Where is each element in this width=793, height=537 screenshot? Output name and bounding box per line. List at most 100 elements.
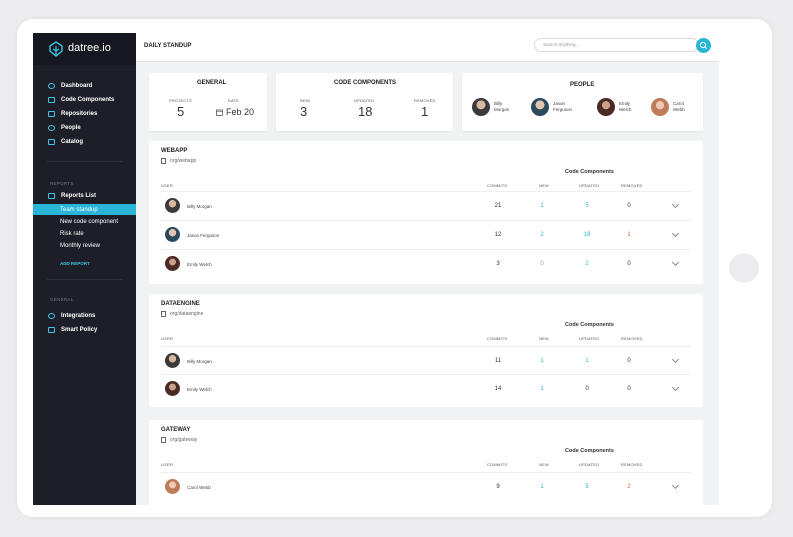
person-emily-welch[interactable]: Emily Welch: [597, 98, 631, 116]
sidebar-item-label: Dashboard: [61, 83, 93, 89]
project-org-link[interactable]: org/webapp: [161, 158, 196, 164]
updated-cell: 0: [585, 386, 589, 392]
table-row[interactable]: Billy Morgan 21 1 5 0: [161, 191, 691, 221]
person-first-name: Billy: [494, 101, 503, 106]
removed-label: REMOVED: [414, 98, 436, 103]
project-org: org/dataengine: [170, 311, 204, 317]
table-row[interactable]: Carol Webb 9 1 5 2: [161, 472, 691, 502]
chevron-down-icon[interactable]: [671, 258, 680, 267]
removed-column-header: REMOVED: [621, 336, 643, 341]
commits-cell: 11: [494, 358, 502, 364]
logo-bar: datree.io: [33, 33, 136, 65]
person-carol-webb[interactable]: Carol Webb: [651, 98, 685, 116]
removed-column-header: REMOVED: [621, 462, 643, 467]
new-cell: 1: [540, 358, 544, 364]
device-home-button[interactable]: [729, 253, 759, 283]
person-jason-ferguson[interactable]: Jason Ferguson: [531, 98, 572, 116]
sidebar-item-catalog[interactable]: Catalog: [33, 136, 136, 148]
date-label: DATE: [228, 98, 240, 103]
new-column-header: NEW: [539, 183, 549, 188]
avatar: [165, 227, 180, 242]
project-org: org/gateway: [170, 437, 198, 443]
avatar: [651, 98, 669, 116]
bookmark-icon: [48, 111, 55, 117]
general-card-title: GENERAL: [197, 80, 227, 86]
sidebar-item-label: Catalog: [61, 139, 84, 145]
removed-cell: 1: [627, 232, 631, 238]
table-row[interactable]: Emily Welch 14 1 0 0: [161, 374, 691, 404]
avatar: [165, 198, 180, 213]
chevron-down-icon[interactable]: [671, 481, 680, 490]
chevron-down-icon[interactable]: [671, 383, 680, 392]
sidebar-subitem-new-code-component[interactable]: New code component: [33, 216, 136, 227]
logo-text: datree.io: [68, 42, 111, 54]
user-name: Jason Ferguson: [187, 233, 220, 238]
date-display: Feb 20: [216, 107, 254, 117]
removed-column-header: REMOVED: [621, 183, 643, 188]
code-components-summary-card: CODE COMPONENTS NEW 3 UPDATED 18 REMOVED…: [276, 73, 453, 131]
table-row[interactable]: Billy Morgan 11 1 1 0: [161, 346, 691, 376]
avatar: [165, 381, 180, 396]
chevron-down-icon[interactable]: [671, 200, 680, 209]
add-report-link[interactable]: ADD REPORT: [60, 261, 90, 266]
user-column-header: USER: [161, 462, 173, 467]
sidebar-item-label: Repositories: [61, 111, 98, 117]
search-icon: [699, 41, 708, 50]
avatar: [165, 479, 180, 494]
project-title: DATAENGINE: [161, 301, 200, 307]
user-name: Billy Morgan: [187, 204, 212, 209]
updated-label: UPDATED: [354, 98, 375, 103]
sidebar-subitem-monthly-review[interactable]: Monthly review: [33, 240, 136, 251]
sidebar-item-code-components[interactable]: Code Components: [33, 94, 136, 106]
search-button[interactable]: [696, 38, 711, 53]
updated-cell: 1: [585, 358, 589, 364]
updated-value: 18: [358, 104, 373, 119]
removed-cell: 0: [627, 358, 631, 364]
user-name: Emily Welch: [187, 387, 212, 392]
sidebar-subitem-risk-rate[interactable]: Risk rate: [33, 228, 136, 239]
project-title: GATEWAY: [161, 427, 191, 433]
chevron-down-icon[interactable]: [671, 229, 680, 238]
search-input[interactable]: Search anything...: [534, 38, 699, 52]
table-row[interactable]: Jason Ferguson 12 2 18 1: [161, 220, 691, 250]
datree-logo-icon: [49, 41, 63, 57]
avatar: [531, 98, 549, 116]
updated-cell: 18: [583, 232, 591, 238]
sidebar-subitem-team-standup[interactable]: Team standup: [33, 204, 136, 215]
sidebar-item-repositories[interactable]: Repositories: [33, 108, 136, 120]
sidebar-section-reports: REPORTS: [50, 181, 74, 186]
person-billy-morgan[interactable]: Billy Morgan: [472, 98, 509, 116]
sidebar-item-smart-policy[interactable]: Smart Policy: [33, 324, 136, 336]
project-org-link[interactable]: org/gateway: [161, 437, 197, 443]
sidebar-item-label: People: [61, 125, 81, 131]
sidebar-item-reports-list[interactable]: Reports List: [33, 190, 136, 202]
people-card-title: PEOPLE: [570, 82, 595, 88]
chevron-down-icon[interactable]: [671, 355, 680, 364]
project-card-webapp: WEBAPP org/webapp Code Components USER C…: [149, 141, 703, 284]
removed-cell: 2: [627, 484, 631, 490]
table-row[interactable]: Emily Welch 3 0 2 0: [161, 249, 691, 279]
code-components-header: Code Components: [565, 322, 614, 328]
general-summary-card: GENERAL PROJECTS 5 DATE Feb 20: [149, 73, 267, 131]
new-cell: 1: [540, 484, 544, 490]
sidebar-item-dashboard[interactable]: Dashboard: [33, 80, 136, 92]
projects-label: PROJECTS: [169, 98, 192, 103]
user-column-header: USER: [161, 336, 173, 341]
person-first-name: Emily: [619, 101, 630, 106]
removed-cell: 0: [627, 261, 631, 267]
sidebar-item-people[interactable]: People: [33, 122, 136, 134]
code-components-header: Code Components: [565, 169, 614, 175]
projects-value: 5: [177, 104, 185, 119]
sidebar-item-label: Code Components: [61, 97, 115, 103]
new-cell: 0: [540, 261, 544, 267]
person-first-name: Carol: [673, 101, 684, 106]
avatar: [165, 256, 180, 271]
project-org-link[interactable]: org/dataengine: [161, 311, 203, 317]
clipboard-icon: [48, 327, 55, 333]
commits-cell: 14: [494, 386, 502, 392]
removed-cell: 0: [627, 386, 631, 392]
user-name: Emily Welch: [187, 262, 212, 267]
search-placeholder: Search anything...: [543, 42, 580, 47]
sidebar: datree.io Dashboard Code Components Repo…: [33, 33, 136, 505]
sidebar-item-integrations[interactable]: Integrations: [33, 310, 136, 322]
